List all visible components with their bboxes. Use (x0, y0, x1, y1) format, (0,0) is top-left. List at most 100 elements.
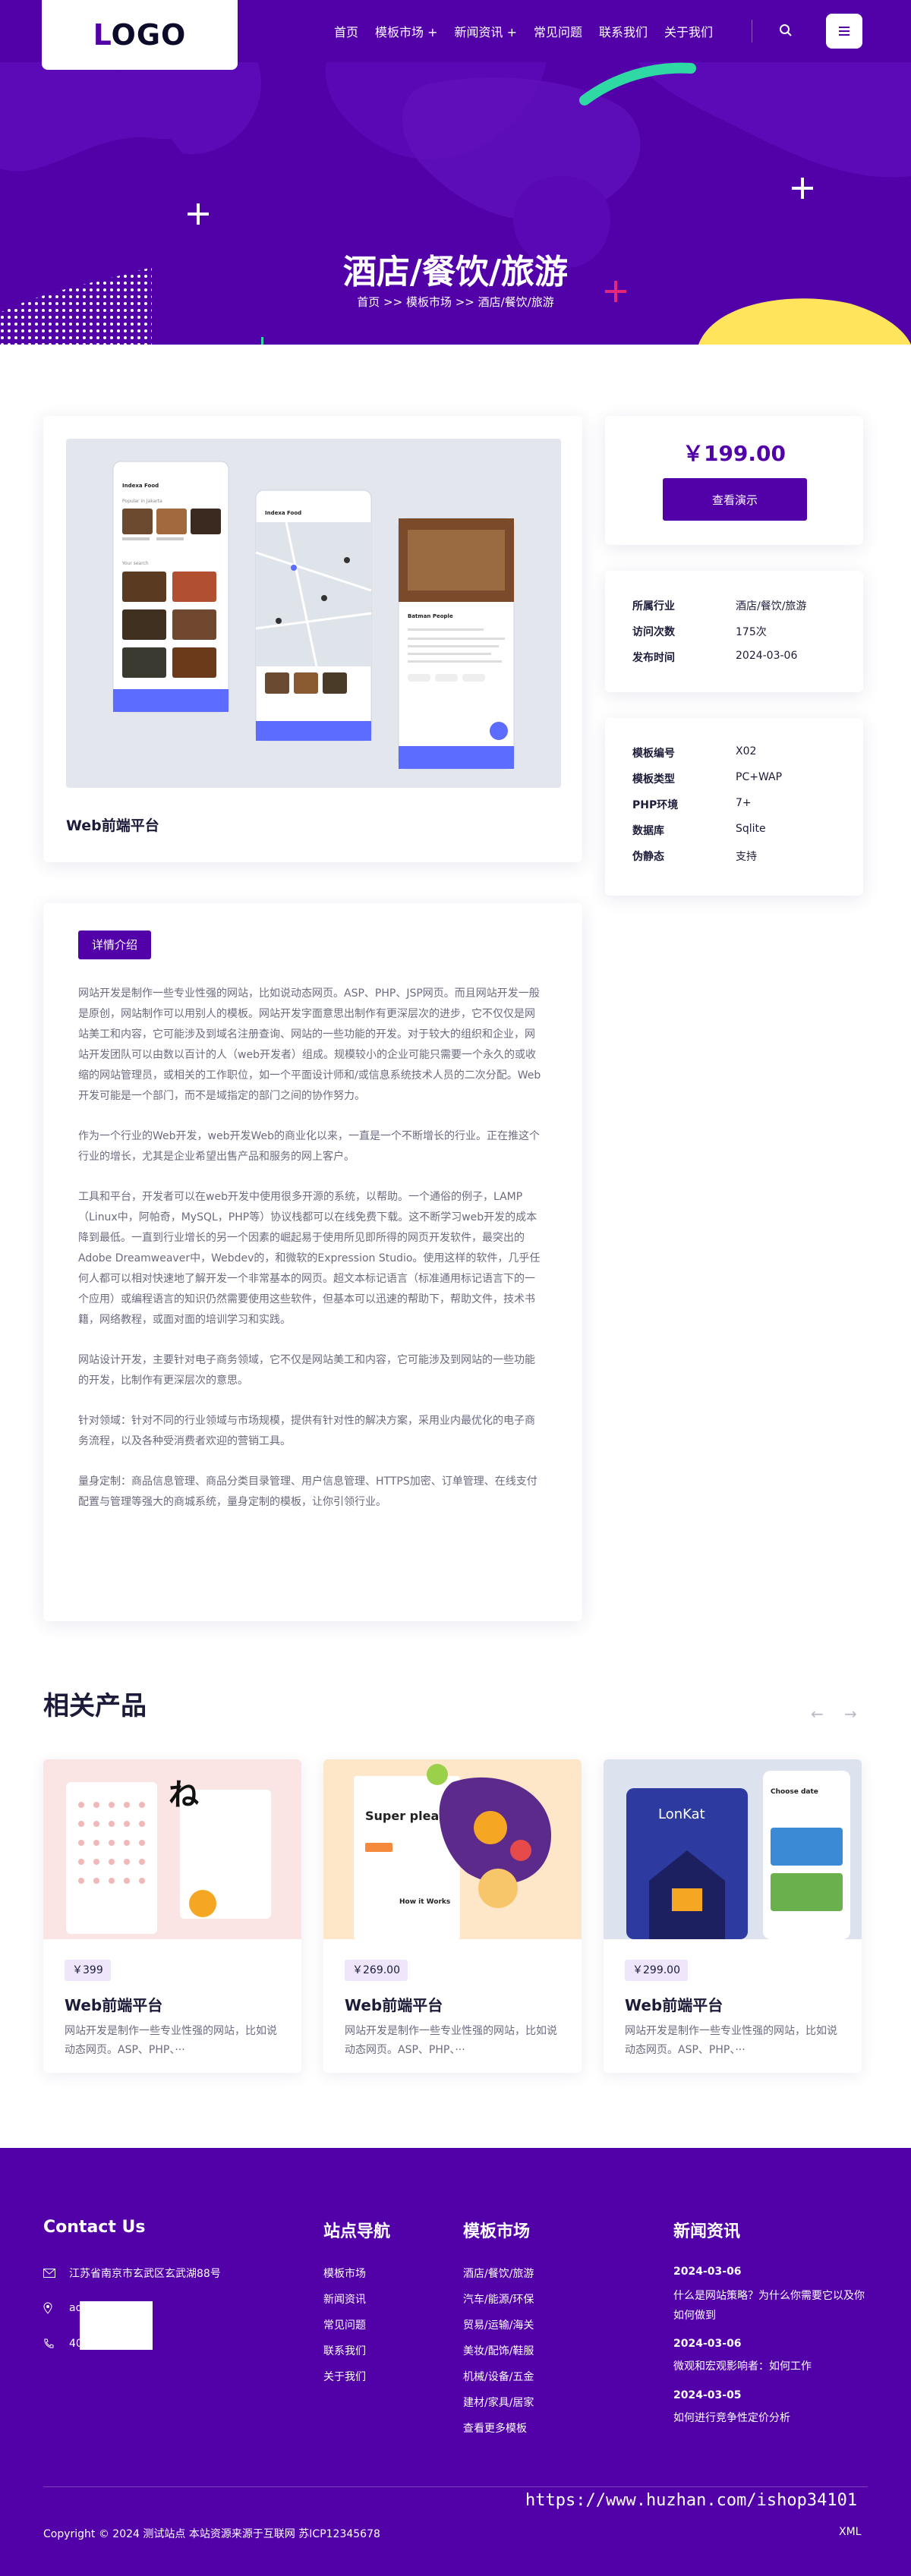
info-label: 发布时间 (632, 652, 675, 664)
info-value: Sqlite (736, 823, 766, 835)
site-footer: Contact Us 站点导航 模板市场 新闻资讯 江苏省南京市玄武区玄武湖88… (0, 2148, 911, 2576)
nav-templates[interactable]: 模板市场 + (375, 22, 438, 40)
detail-paragraph: 作为一个行业的Web开发，web开发Web的商业化以来，一直是一个不断增长的行业… (78, 1130, 540, 1163)
related-price: ￥399 (65, 1960, 111, 1981)
info-value: 2024-03-06 (736, 650, 798, 662)
address-text: 江苏省南京市玄武区玄武湖88号 (69, 2268, 221, 2280)
footer-nav-link[interactable]: 常见问题 (323, 2317, 366, 2332)
info-label: PHP环境 (632, 799, 679, 811)
detail-paragraph: 网站设计开发，主要针对电子商务领域，它不仅是网站美工和内容，它可能涉及到网站的一… (78, 1354, 535, 1387)
hamburger-icon[interactable] (826, 14, 862, 49)
footer-nav-link[interactable]: 关于我们 (323, 2369, 366, 2384)
nav-contact[interactable]: 联系我们 (599, 22, 648, 40)
related-desc: 网站开发是制作一些专业性强的网站，比如说动态网页。ASP、PHP、··· (65, 2025, 277, 2056)
info-row: 模板类型 PC+WAP (632, 771, 845, 786)
related-card[interactable]: Super pleasure How it Works ￥269.00 Web前… (323, 1759, 582, 2073)
footer-market-link[interactable]: 建材/家具/居家 (463, 2395, 534, 2410)
footer-nav-link[interactable]: 联系我们 (323, 2343, 366, 2358)
news-link[interactable]: 如何进行竞争性定价分析 (673, 2410, 868, 2425)
info-row: PHP环境 7+ (632, 797, 845, 812)
detail-paragraph: 量身定制：商品信息管理、商品分类目录管理、用户信息管理、HTTPS加密、订单管理… (78, 1475, 537, 1508)
footer-market-link[interactable]: 机械/设备/五金 (463, 2369, 534, 2384)
news-date: 2024-03-06 (673, 2338, 742, 2350)
detail-tag: 详情介绍 (78, 931, 152, 959)
watermark-text: https://www.huzhan.com/ishop34101 (525, 2491, 858, 2510)
footer-news-title: 新闻资讯 (673, 2222, 741, 2241)
info-value: X02 (736, 745, 757, 757)
footer-market-link[interactable]: 汽车/能源/环保 (463, 2291, 534, 2307)
related-image: Super pleasure How it Works (323, 1759, 582, 1939)
footer-nav-link[interactable]: 模板市场 (323, 2266, 366, 2281)
svg-text:Popular in Jakarta: Popular in Jakarta (122, 499, 162, 504)
info-value: 酒店/餐饮/旅游 (736, 600, 807, 613)
info-card-spec: 模板编号 X02 模板类型 PC+WAP PHP环境 7+ 数据库 Sqlite 伪静态… (605, 718, 863, 896)
detail-paragraph: 工具和平台，开发者可以在web开发中使用很多开源的系统，以帮助。一个通俗的例子，… (78, 1191, 541, 1326)
info-row: 伪静态 支持 (632, 849, 845, 864)
nav-news[interactable]: 新闻资讯 + (455, 22, 518, 40)
info-row: 发布时间 2024-03-06 (632, 650, 845, 665)
xml-link[interactable]: XML (839, 2526, 861, 2538)
related-card[interactable]: LonKat Choose date ￥299.00 Web前端平台 网站开发是… (604, 1759, 862, 2073)
search-icon[interactable] (776, 20, 796, 40)
info-value: 175次 (736, 626, 767, 638)
news-link[interactable]: 微观和宏观影响者：如何工作 (673, 2358, 868, 2373)
breadcrumb[interactable]: 首页 >> 模板市场 >> 酒店/餐饮/旅游 (0, 294, 911, 310)
news-link[interactable]: 什么是网站策略？为什么你需要它以及你如何做到 (673, 2286, 868, 2326)
product-preview-card: Indexa Food Popular in Jakarta Your sear… (43, 416, 582, 862)
info-label: 伪静态 (632, 851, 664, 863)
footer-market-title: 模板市场 (463, 2222, 531, 2241)
info-row: 数据库 Sqlite (632, 823, 845, 838)
product-name: Web前端平台 (66, 817, 159, 834)
redaction-box (80, 2301, 153, 2350)
footer-market-link[interactable]: 酒店/餐饮/旅游 (463, 2266, 534, 2281)
footer-nav-link[interactable]: 新闻资讯 (323, 2291, 366, 2307)
page-banner: 酒店/餐饮/旅游 首页 >> 模板市场 >> 酒店/餐饮/旅游 (0, 62, 911, 345)
contact-phone[interactable]: 40 (43, 2338, 83, 2350)
related-image: ね (43, 1759, 301, 1939)
footer-nav-title: 站点导航 (323, 2222, 391, 2241)
news-date: 2024-03-06 (673, 2266, 742, 2278)
footer-market-more[interactable]: 查看更多模板 (463, 2420, 527, 2436)
svg-text:Batman People: Batman People (408, 613, 453, 619)
price-card: ￥199.00 查看演示 (605, 416, 863, 545)
related-name[interactable]: Web前端平台 (65, 1993, 162, 2015)
info-value: PC+WAP (736, 771, 783, 783)
detail-paragraph: 网站开发是制作一些专业性强的网站，比如说动态网页。ASP、PHP、JSP网页。而… (78, 987, 541, 1102)
contact-address: 江苏省南京市玄武区玄武湖88号 (43, 2266, 221, 2281)
related-price: ￥299.00 (625, 1960, 688, 1981)
info-row: 模板编号 X02 (632, 745, 845, 761)
detail-article: 网站开发是制作一些专业性强的网站，比如说动态网页。ASP、PHP、JSP网页。而… (78, 984, 541, 1532)
related-name[interactable]: Web前端平台 (345, 1993, 443, 2015)
nav-about[interactable]: 关于我们 (664, 22, 713, 40)
copyright: Copyright © 2024 测试站点 本站资源来源于互联网 苏ICP123… (43, 2528, 380, 2540)
related-desc: 网站开发是制作一些专业性强的网站，比如说动态网页。ASP、PHP、··· (345, 2025, 557, 2056)
demo-button[interactable]: 查看演示 (663, 478, 807, 521)
info-label: 所属行业 (632, 600, 675, 613)
logo-text: LOGO (93, 18, 187, 52)
svg-text:Indexa Food: Indexa Food (265, 510, 301, 516)
footer-contact-title: Contact Us (43, 2218, 146, 2237)
product-preview-image: Indexa Food Popular in Jakarta Your sear… (66, 439, 561, 788)
site-header: LOGO 首页 模板市场 + 新闻资讯 + 常见问题 联系我们 关于我们 (0, 0, 911, 70)
related-desc: 网站开发是制作一些专业性强的网站，比如说动态网页。ASP、PHP、··· (625, 2025, 837, 2056)
related-name[interactable]: Web前端平台 (625, 1993, 723, 2015)
nav-faq[interactable]: 常见问题 (534, 22, 582, 40)
related-card[interactable]: ね ￥399 Web前端平台 网站开发是制作一些专业性强的网站，比如说动态网页。… (43, 1759, 301, 2073)
related-title: 相关产品 (43, 1691, 147, 1721)
related-price: ￥269.00 (345, 1960, 408, 1981)
arrow-left-icon[interactable]: ← (811, 1705, 824, 1723)
news-date: 2024-03-05 (673, 2389, 742, 2401)
logo[interactable]: LOGO (42, 0, 238, 70)
footer-divider (43, 2486, 868, 2487)
svg-text:Your search: Your search (121, 561, 149, 566)
nav-home[interactable]: 首页 (334, 22, 358, 40)
info-label: 访问次数 (632, 626, 675, 638)
page-title: 酒店/餐饮/旅游 (342, 253, 569, 291)
footer-market-link[interactable]: 贸易/运输/海关 (463, 2317, 534, 2332)
arrow-right-icon[interactable]: → (844, 1705, 857, 1723)
footer-market-link[interactable]: 美妆/配饰/鞋服 (463, 2343, 534, 2358)
related-image-subtext: How it Works (399, 1898, 450, 1906)
product-price: ￥199.00 (682, 441, 786, 466)
info-label: 模板编号 (632, 748, 675, 760)
mail-icon (43, 2269, 58, 2278)
